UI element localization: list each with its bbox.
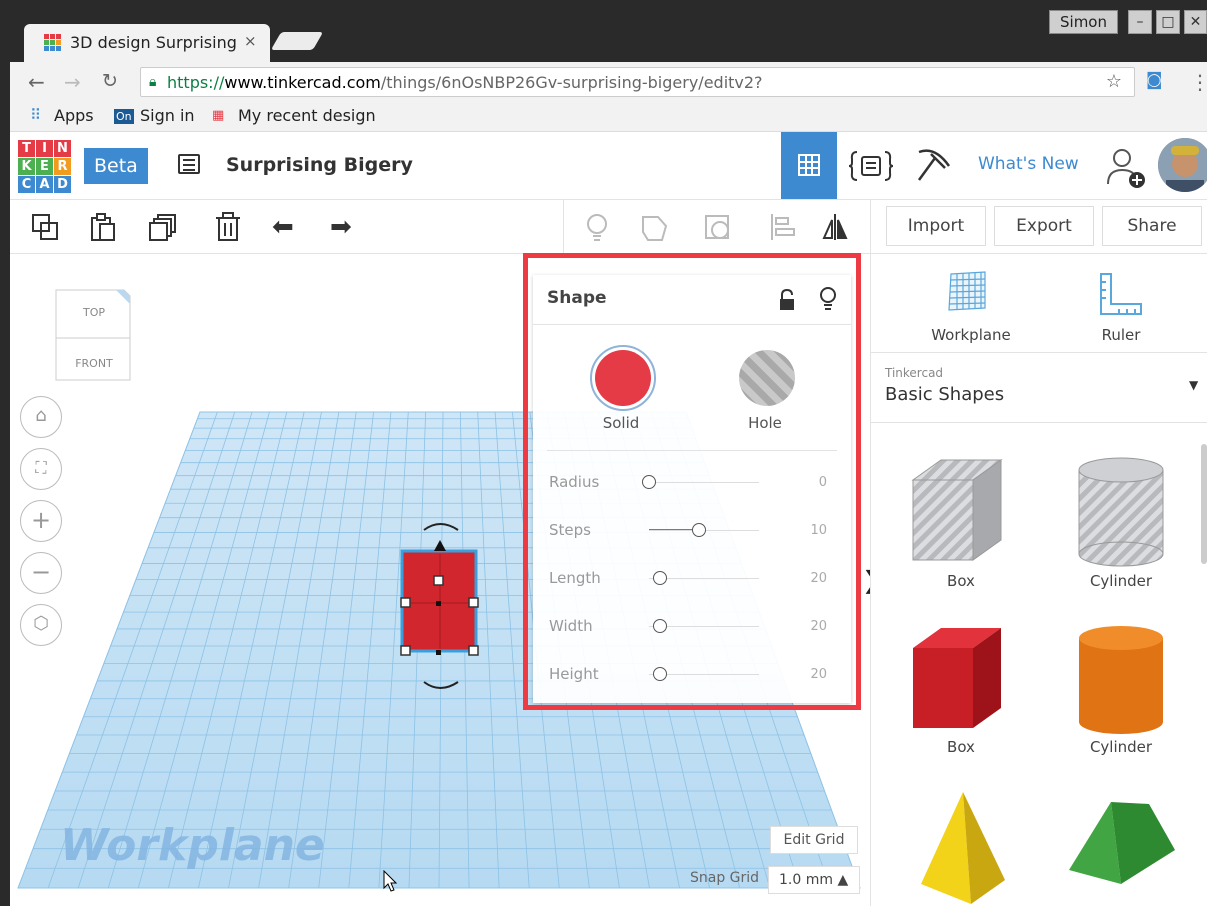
shapes-library-panel: Workplane Ruler Tinkercad Basic Shapes ▼…: [870, 254, 1207, 906]
shape-label: Cylinder: [1089, 572, 1153, 590]
lightbulb-icon[interactable]: [582, 212, 612, 242]
fit-view-icon[interactable]: ⛶: [20, 448, 62, 490]
browser-tab[interactable]: 3D design Surprising Bigery ×: [24, 24, 270, 62]
extension-icon[interactable]: ◙: [1146, 70, 1163, 90]
bookmark-my-recent-designs[interactable]: My recent design: [238, 106, 386, 125]
snap-grid-label: Snap Grid: [690, 870, 760, 886]
paste-icon[interactable]: [88, 212, 118, 242]
toolbar-divider: [563, 200, 564, 254]
whats-new-link[interactable]: What's New: [978, 154, 1079, 174]
shape-label: Box: [947, 572, 975, 590]
screen: { "browser": { "tab_title": "3D design S…: [0, 0, 1207, 906]
minimize-icon[interactable]: –: [1128, 10, 1152, 34]
workplane-watermark: Workplane: [60, 820, 325, 871]
home-view-icon[interactable]: ⌂: [20, 396, 62, 438]
zoom-out-icon[interactable]: −: [20, 552, 62, 594]
back-icon[interactable]: ←: [28, 70, 45, 94]
share-button[interactable]: Share: [1102, 206, 1202, 246]
delete-icon[interactable]: [213, 212, 243, 242]
export-button[interactable]: Export: [994, 206, 1094, 246]
close-window-icon[interactable]: ✕: [1184, 10, 1207, 34]
view-cube[interactable]: TOP FRONT: [54, 286, 134, 386]
workplane-tool-label[interactable]: Workplane: [911, 326, 1031, 344]
omnibar: ← → ↻ 🔒︎ https://www.tinkercad.com/thing…: [0, 62, 1207, 102]
user-avatar[interactable]: [1158, 138, 1207, 192]
copy-icon[interactable]: [30, 212, 60, 242]
panel-divider: [871, 422, 1207, 423]
shape-label: Box: [947, 738, 975, 756]
cube-front-label: FRONT: [75, 357, 113, 370]
reload-icon[interactable]: ↻: [102, 70, 118, 92]
minecraft-button[interactable]: [905, 132, 961, 199]
pyramid-shape[interactable]: [901, 784, 1021, 904]
ruler-icon[interactable]: [1099, 272, 1143, 316]
chevron-down-icon[interactable]: ▼: [1189, 378, 1198, 392]
onshape-icon: On: [114, 109, 134, 124]
edit-toolbar: ⬅ ➡ Import Export Share: [0, 200, 1207, 254]
zoom-in-icon[interactable]: +: [20, 500, 62, 542]
box-solid-shape[interactable]: [901, 618, 1021, 738]
panel-divider: [871, 352, 1207, 353]
workplane-icon[interactable]: [945, 270, 989, 314]
box-hole-shape[interactable]: [901, 450, 1021, 570]
blocks-view-button[interactable]: [843, 132, 899, 199]
shape-label: Cylinder: [1089, 738, 1153, 756]
menu-icon[interactable]: ⋮: [1190, 70, 1207, 94]
undo-icon[interactable]: ⬅: [272, 212, 294, 242]
url-text: https://www.tinkercad.com/things/6nOsNBP…: [167, 73, 763, 92]
mouse-cursor-icon: [383, 870, 397, 892]
snap-grid-select[interactable]: 1.0 mm ▲: [768, 866, 860, 894]
ortho-view-icon[interactable]: ⬡: [20, 604, 62, 646]
ungroup-icon[interactable]: [703, 212, 733, 242]
maximize-icon[interactable]: □: [1156, 10, 1180, 34]
library-category-select[interactable]: Basic Shapes: [885, 384, 1004, 405]
cylinder-solid-shape[interactable]: [1061, 618, 1181, 738]
tab-close-icon[interactable]: ×: [244, 32, 257, 50]
browser-titlebar: 3D design Surprising Bigery × Simon – □ …: [0, 0, 1207, 62]
forward-icon[interactable]: →: [64, 70, 81, 94]
design-list-icon[interactable]: [178, 154, 200, 174]
edit-grid-button[interactable]: Edit Grid: [770, 826, 858, 854]
pickaxe-icon: [917, 149, 951, 181]
cylinder-hole-shape[interactable]: [1061, 450, 1181, 570]
import-button[interactable]: Import: [886, 206, 986, 246]
tinkercad-bookmark-icon: ▦: [212, 108, 225, 123]
library-source: Tinkercad: [885, 366, 944, 380]
add-user-icon[interactable]: [1104, 146, 1148, 190]
redo-icon[interactable]: ➡: [330, 212, 352, 242]
apps-grid-icon: ⠿: [30, 106, 41, 124]
lock-icon: 🔒︎: [149, 74, 157, 90]
new-tab-button[interactable]: [270, 32, 324, 50]
3d-view-button[interactable]: [781, 132, 837, 199]
tinkercad-logo[interactable]: TIN KER CAD: [18, 140, 72, 194]
app-header: TIN KER CAD Beta Surprising Bigery What'…: [0, 132, 1207, 200]
mirror-icon[interactable]: [820, 212, 850, 242]
code-blocks-icon: [848, 151, 894, 181]
profile-button[interactable]: Simon: [1049, 10, 1118, 34]
roof-shape[interactable]: [1061, 784, 1181, 904]
align-icon[interactable]: [768, 212, 798, 242]
toolbar-divider: [870, 200, 871, 254]
library-scrollbar[interactable]: [1201, 444, 1207, 564]
bookmark-apps[interactable]: Apps: [54, 106, 94, 125]
address-bar[interactable]: 🔒︎ https://www.tinkercad.com/things/6nOs…: [140, 67, 1135, 97]
bookmarks-bar: ⠿ Apps On Sign in ▦ My recent design: [0, 102, 1207, 132]
cube-top-label: TOP: [82, 306, 105, 319]
window-edge: [0, 0, 10, 906]
ruler-tool-label[interactable]: Ruler: [1061, 326, 1181, 344]
beta-badge: Beta: [84, 148, 148, 184]
bookmark-star-icon[interactable]: ☆: [1106, 71, 1122, 92]
grid-view-icon: [798, 154, 820, 176]
highlight-frame: [523, 253, 861, 710]
red-box-shape[interactable]: [400, 540, 479, 656]
bookmark-sign-in[interactable]: Sign in: [140, 106, 195, 125]
duplicate-icon[interactable]: [148, 212, 178, 242]
group-icon[interactable]: [640, 212, 670, 242]
design-title[interactable]: Surprising Bigery: [226, 154, 413, 176]
tab-title: 3D design Surprising Bigery: [70, 33, 240, 52]
tinkercad-favicon-icon: [44, 34, 62, 52]
